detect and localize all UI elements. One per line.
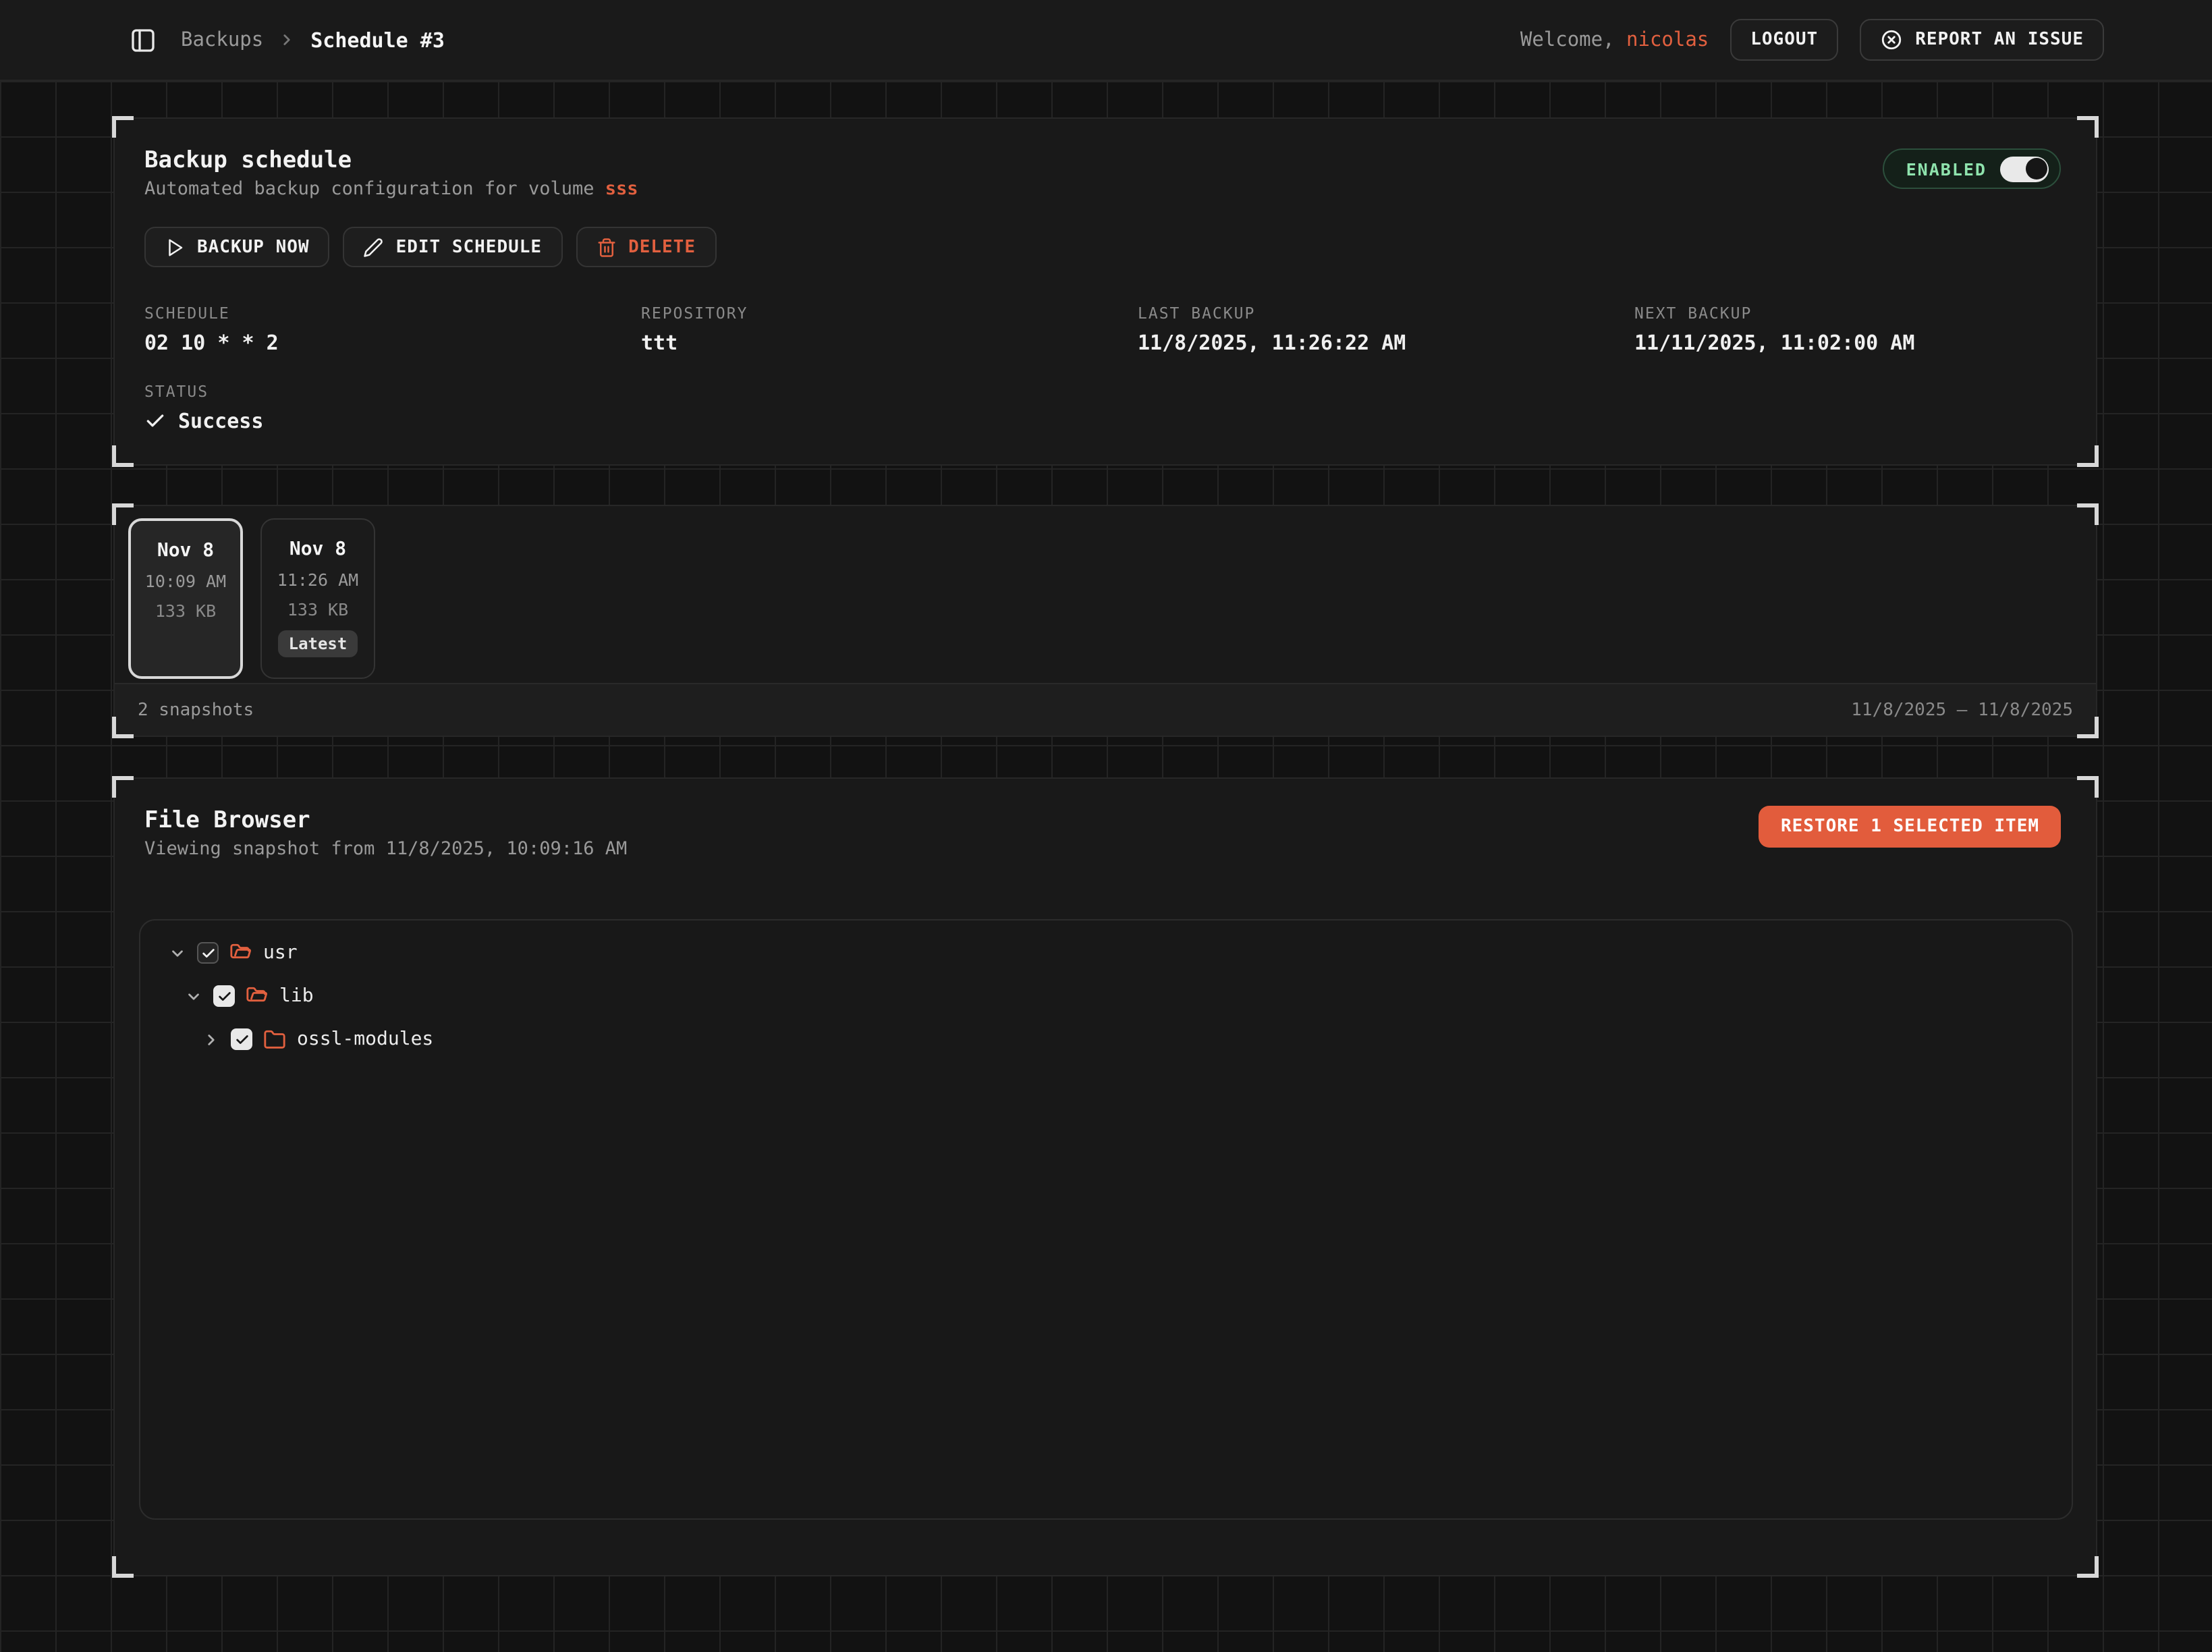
tree-row-usr[interactable]: usr [140,931,2072,974]
field-label: NEXT BACKUP [1634,302,2131,324]
username: nicolas [1626,29,1709,51]
schedule-actions: BACKUP NOW EDIT SCHEDULE DELETE [144,227,2066,267]
schedule-fields: SCHEDULE 02 10 * * 2 REPOSITORY ttt LAST… [144,302,2066,359]
field-next-backup: NEXT BACKUP 11/11/2025, 11:02:00 AM [1634,302,2131,359]
folder-icon [263,1028,286,1051]
logout-button[interactable]: LOGOUT [1730,19,1838,61]
checkbox-ossl-modules[interactable] [231,1028,252,1050]
top-nav: Backups Schedule #3 Welcome, nicolas LOG… [0,0,2212,81]
status-block: STATUS Success [144,381,2066,437]
snapshot-date: Nov 8 [157,539,214,563]
snapshots-card: Nov 8 10:09 AM 133 KB Nov 8 11:26 AM 133… [113,505,2097,737]
report-issue-button[interactable]: REPORT AN ISSUE [1860,19,2104,61]
bug-report-icon [1880,28,1903,51]
corner-bracket [112,1556,134,1578]
corner-bracket [112,445,134,467]
welcome-text: Welcome, nicolas [1520,29,1709,51]
snapshot-count: 2 snapshots [138,700,254,720]
schedule-card-subtitle: Automated backup configuration for volum… [144,175,2066,202]
enabled-label: ENABLED [1906,159,1987,179]
volume-name: sss [605,178,638,200]
snapshot-size: 133 KB [155,601,216,622]
snapshot-size: 133 KB [287,599,348,621]
switch-knob [2025,158,2047,180]
enabled-toggle-pill[interactable]: ENABLED [1883,148,2061,189]
snapshot-item-selected[interactable]: Nov 8 10:09 AM 133 KB [128,518,243,679]
latest-badge: Latest [278,630,358,657]
check-icon [144,410,166,432]
pencil-icon [364,237,384,257]
field-last-backup: LAST BACKUP 11/8/2025, 11:26:22 AM [1138,302,1634,359]
field-label: REPOSITORY [641,302,1138,324]
breadcrumb: Backups Schedule #3 [181,28,445,52]
corner-bracket [2077,717,2099,738]
file-browser-card: File Browser Viewing snapshot from 11/8/… [113,777,2097,1576]
field-value: 11/8/2025, 11:26:22 AM [1138,327,1634,359]
delete-button[interactable]: DELETE [576,227,716,267]
field-value: 02 10 * * 2 [144,327,641,359]
breadcrumb-parent[interactable]: Backups [181,29,263,51]
field-label: SCHEDULE [144,302,641,324]
chevron-down-icon[interactable] [184,987,202,1005]
snapshot-time: 11:26 AM [277,570,358,591]
folder-open-icon [246,985,269,1008]
corner-bracket [112,717,134,738]
snapshot-item[interactable]: Nov 8 11:26 AM 133 KB Latest [260,518,375,679]
status-label: STATUS [144,381,2066,402]
play-icon [165,237,185,257]
backup-now-button[interactable]: BACKUP NOW [144,227,330,267]
snapshots-footer: 2 snapshots 11/8/2025 – 11/8/2025 [115,683,2096,736]
chevron-right-icon [278,31,296,49]
breadcrumb-current: Schedule #3 [310,28,445,52]
chevron-down-icon[interactable] [167,944,186,962]
trash-icon [596,237,616,257]
nav-left: Backups Schedule #3 [127,24,445,56]
enabled-switch[interactable] [2000,156,2049,182]
corner-bracket [112,776,134,798]
sidebar-toggle-icon[interactable] [127,24,159,56]
edit-schedule-button[interactable]: EDIT SCHEDULE [343,227,563,267]
nav-right: Welcome, nicolas LOGOUT REPORT AN ISSUE [1520,19,2104,61]
snapshot-date-range: 11/8/2025 – 11/8/2025 [1851,700,2073,720]
field-repository: REPOSITORY ttt [641,302,1138,359]
field-value: 11/11/2025, 11:02:00 AM [1634,327,2131,359]
corner-bracket [2077,776,2099,798]
backup-app: Backups Schedule #3 Welcome, nicolas LOG… [0,0,2212,1652]
tree-label[interactable]: lib [279,985,314,1007]
restore-selected-button[interactable]: RESTORE 1 SELECTED ITEM [1759,806,2061,848]
snapshot-date: Nov 8 [289,537,346,561]
snapshot-list: Nov 8 10:09 AM 133 KB Nov 8 11:26 AM 133… [115,506,2096,679]
snapshot-time: 10:09 AM [145,571,226,593]
field-schedule: SCHEDULE 02 10 * * 2 [144,302,641,359]
main-area: Backup schedule Automated backup configu… [0,81,2212,1652]
corner-bracket [2077,445,2099,467]
corner-bracket [2077,1556,2099,1578]
field-label: LAST BACKUP [1138,302,1634,324]
tree-row-ossl-modules[interactable]: ossl-modules [140,1018,2072,1061]
checkbox-lib[interactable] [213,985,235,1007]
tree-label[interactable]: ossl-modules [297,1028,433,1050]
corner-bracket [112,503,134,525]
field-value: ttt [641,327,1138,359]
tree-row-lib[interactable]: lib [140,974,2072,1018]
corner-bracket [2077,116,2099,138]
status-value: Success [144,405,2066,437]
schedule-card-title: Backup schedule [144,146,2066,175]
checkbox-usr[interactable] [197,942,219,964]
folder-open-icon [229,941,252,964]
file-tree-panel: usr lib [139,919,2073,1520]
tree-label[interactable]: usr [263,942,298,964]
chevron-right-icon[interactable] [201,1030,220,1048]
backup-schedule-card: Backup schedule Automated backup configu… [113,117,2097,466]
corner-bracket [112,116,134,138]
corner-bracket [2077,503,2099,525]
